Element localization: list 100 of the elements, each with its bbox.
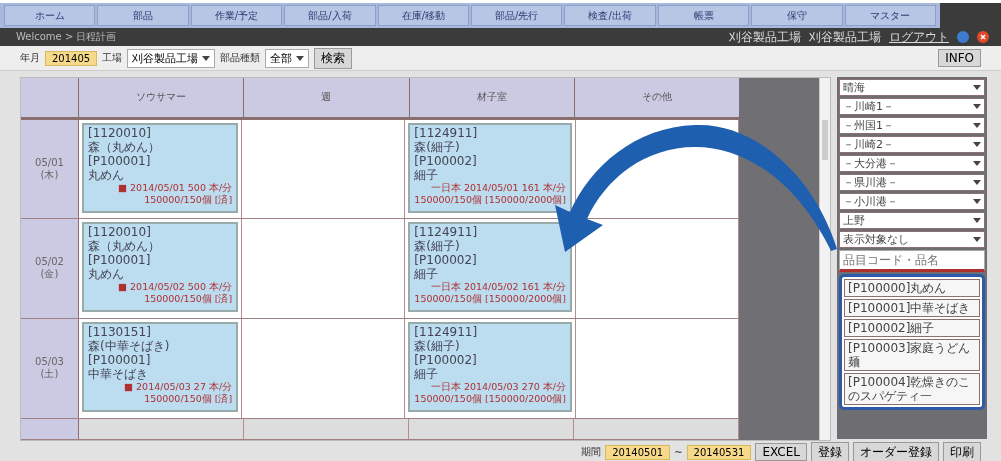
card-line: 森（丸めん） — [88, 239, 161, 254]
scrollbar[interactable] — [819, 78, 830, 440]
nav-tab[interactable]: ホーム — [4, 5, 96, 26]
nav-tab[interactable]: 部品 — [97, 5, 189, 26]
card-line: [1130151] — [88, 325, 152, 340]
nav-tab[interactable]: 検査/出荷 — [564, 5, 656, 26]
footer-button[interactable]: EXCEL — [755, 443, 807, 461]
column-header: ソウサマー — [78, 78, 244, 117]
date-cell: 05/03 (土) — [21, 319, 79, 418]
card-line: [1124911] — [414, 225, 479, 240]
card-line: 森(細子) — [414, 339, 461, 354]
card-line: [1124911] — [414, 125, 479, 140]
search-button[interactable]: 検索 — [314, 47, 353, 69]
footer-button[interactable]: 印刷 — [943, 441, 981, 461]
card-line: 細子 — [414, 267, 440, 282]
filter-select[interactable]: 上野 — [839, 212, 985, 229]
date-cell: 05/02 (金) — [21, 219, 79, 319]
card-line: [P100002] — [414, 353, 478, 368]
card-line: [P100001] — [88, 253, 152, 268]
card-status: 150000/150個 [済] — [143, 193, 233, 206]
filter-select[interactable]: －川崎1－ — [839, 98, 985, 115]
card-status: 150000/150個 [150000/2000個] — [414, 293, 567, 306]
card-detail: ■ 2014/05/02 500 本/分 — [117, 281, 233, 293]
nav-tab[interactable]: 在庫/移動 — [377, 5, 470, 26]
order-card[interactable]: [1124911] 森(細子) [P100002] 細子 一日本 2014/05/01 161 本/分 150000/150個 [150000/2000個] — [408, 122, 573, 213]
user-link[interactable]: 刈谷製品工場 — [729, 28, 801, 46]
product-item[interactable]: [P100003]家庭うどん麺 — [844, 339, 980, 371]
order-card[interactable]: [1120010] 森（丸めん） [P100001] 丸めん ■ 2014/05/01 500 本/分 150000/150個 [済] — [82, 122, 239, 213]
filter-select[interactable]: －小川港－ — [839, 193, 985, 210]
card-line: 森(細子) — [414, 239, 461, 254]
card-line: 丸めん — [88, 167, 125, 182]
user-link[interactable]: 刈谷製品工場 — [809, 28, 881, 46]
caret-icon — [202, 55, 211, 61]
card-line: 中華そばき — [88, 367, 149, 382]
footer-button[interactable]: オーダー登録 — [853, 441, 939, 461]
column-header: 材子室 — [408, 78, 574, 117]
footer-button[interactable]: 登録 — [811, 441, 849, 461]
caret-icon — [973, 161, 981, 166]
nav-tab[interactable]: 部品/入荷 — [284, 5, 376, 26]
search-field[interactable]: 品目コード・品名 — [839, 250, 985, 272]
card-line: [P100001] — [88, 353, 152, 368]
user-link[interactable]: ログアウト — [889, 28, 949, 46]
order-card[interactable]: [1120010] 森（丸めん） [P100001] 丸めん ■ 2014/05/02 500 本/分 150000/150個 [済] — [82, 222, 239, 313]
info-button[interactable]: INFO — [938, 49, 981, 67]
factory-select[interactable]: 刈谷製品工場 — [127, 48, 216, 68]
card-line: [P100002] — [414, 253, 478, 268]
product-item[interactable]: [P100004]乾燥きのこのスパゲティ一 — [844, 373, 980, 405]
card-line: 丸めん — [88, 267, 125, 282]
order-card[interactable]: [1124911] 森(細子) [P100002] 細子 一日本 2014/05/02 161 本/分 150000/150個 [150000/2000個] — [408, 222, 573, 313]
filter-select[interactable]: －州国1－ — [839, 117, 985, 134]
card-detail: 一日本 2014/05/03 270 本/分 — [429, 381, 567, 394]
nav-tab[interactable]: 作業/予定 — [190, 5, 283, 26]
card-detail: ■ 2014/05/03 27 本/分 — [123, 381, 233, 393]
caret-icon — [973, 199, 981, 204]
card-line: 森(細子) — [414, 139, 461, 154]
card-line: 森(中華そばき) — [88, 339, 171, 354]
breadcrumb: Welcome > 日程計画 — [16, 30, 117, 44]
filter-select[interactable]: －県川港－ — [839, 174, 985, 191]
card-detail: 一日本 2014/05/01 161 本/分 — [429, 181, 567, 194]
filter-select[interactable]: －大分港－ — [839, 155, 985, 172]
type-select[interactable]: 全部 — [265, 48, 310, 68]
caret-icon — [973, 123, 981, 128]
caret-icon — [973, 218, 981, 223]
period-label: 期間 — [581, 445, 602, 459]
filter-select[interactable]: －川崎2－ — [839, 136, 985, 153]
caret-icon — [973, 180, 981, 185]
caret-icon — [973, 237, 981, 242]
factory-label: 工場 — [102, 51, 123, 65]
filter-select[interactable]: 表示対象なし — [839, 231, 985, 248]
table-cell — [21, 419, 79, 439]
date-to-field[interactable]: 20140531 — [686, 444, 752, 460]
column-header: 週 — [243, 78, 409, 117]
type-label: 部品種類 — [220, 51, 261, 65]
caret-icon — [973, 142, 981, 147]
date-from-field[interactable]: 20140501 — [605, 444, 671, 460]
order-card[interactable]: [1130151] 森(中華そばき) [P100001] 中華そばき ■ 2014/05/03 27 本/分 150000/150個 [済] — [82, 322, 239, 413]
card-line: [1120010] — [88, 125, 152, 140]
nav-tab[interactable]: 保守 — [751, 5, 843, 26]
date-cell: 05/01 (木) — [21, 119, 79, 219]
nav-tab[interactable]: 部品/先行 — [471, 5, 563, 26]
card-status: 150000/150個 [150000/2000個] — [414, 193, 567, 206]
month-field[interactable]: 201405 — [45, 50, 98, 66]
card-line: [1124911] — [414, 325, 479, 340]
close-icon[interactable] — [977, 31, 989, 43]
caret-icon — [296, 55, 305, 61]
product-item[interactable]: [P100002]細子 — [844, 319, 980, 337]
filter-select[interactable]: 晴海 — [839, 79, 985, 96]
product-item[interactable]: [P100000]丸めん — [844, 279, 980, 297]
card-status: 150000/150個 [150000/2000個] — [414, 393, 567, 406]
product-item[interactable]: [P100001]中華そばき — [844, 299, 980, 317]
nav-tab[interactable]: マスター — [844, 5, 937, 26]
card-line: 森（丸めん） — [88, 139, 161, 154]
order-card[interactable]: [1124911] 森(細子) [P100002] 細子 一日本 2014/05/03 270 本/分 150000/150個 [150000/2000個] — [408, 322, 573, 413]
caret-icon — [973, 104, 981, 109]
nav-tab[interactable]: 帳票 — [657, 5, 750, 26]
card-line: [P100002] — [414, 153, 478, 168]
card-line: 細子 — [414, 367, 440, 382]
card-detail: 一日本 2014/05/02 161 本/分 — [429, 281, 567, 294]
card-line: [1120010] — [88, 225, 152, 240]
range-separator: ~ — [674, 446, 683, 458]
